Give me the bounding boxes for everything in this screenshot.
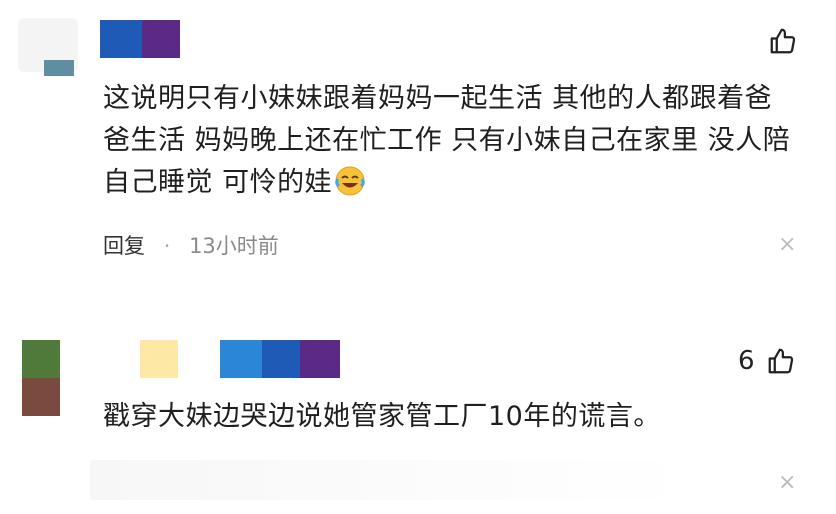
comment-text: 戳穿大妹边哭边说她管家管工厂10年的谎言。 (103, 401, 661, 432)
reply-button[interactable]: 回复 (103, 234, 145, 258)
like-button[interactable] (738, 26, 798, 56)
comment-meta: 回复 · 13小时前 (103, 230, 279, 260)
comment-2: 6 戳穿大妹边哭边说她管家管工厂10年的谎言。 × (0, 300, 836, 514)
comment-time: 13小时前 (189, 234, 279, 258)
laughing-crying-emoji-icon (334, 165, 366, 210)
comment-line-2: 爸生活 妈妈晚上还在忙工作 只有小妹自己在家里 没人陪 (103, 125, 791, 156)
meta-separator: · (163, 234, 171, 258)
avatar-accent (44, 60, 74, 76)
avatar-bottom (22, 378, 60, 416)
username-block-purple[interactable] (300, 340, 340, 378)
thumbs-up-icon (766, 346, 796, 376)
comment-line-3: 自己睡觉 可怜的娃 (103, 162, 803, 210)
username-block-blue[interactable] (262, 340, 300, 378)
username-block-2[interactable] (142, 20, 180, 58)
thumbs-up-icon (768, 26, 798, 56)
username-block-1[interactable] (100, 20, 142, 58)
username-block-light-blue[interactable] (220, 340, 262, 378)
avatar-top[interactable] (22, 340, 60, 378)
close-icon[interactable]: × (778, 232, 796, 257)
like-button[interactable]: 6 (738, 346, 798, 378)
comment-1: 这说明只有小妹妹跟着妈妈一起生活 其他的人都跟着爸 爸生活 妈妈晚上还在忙工作 … (0, 0, 836, 300)
meta-placeholder (90, 460, 690, 500)
username-block-yellow[interactable] (140, 340, 178, 378)
comment-line-1: 这说明只有小妹妹跟着妈妈一起生活 其他的人都跟着爸 (103, 83, 773, 114)
comment-text: 这说明只有小妹妹跟着妈妈一起生活 其他的人都跟着爸 爸生活 妈妈晚上还在忙工作 … (103, 78, 803, 210)
like-count: 6 (738, 346, 755, 376)
close-icon[interactable]: × (778, 470, 796, 495)
